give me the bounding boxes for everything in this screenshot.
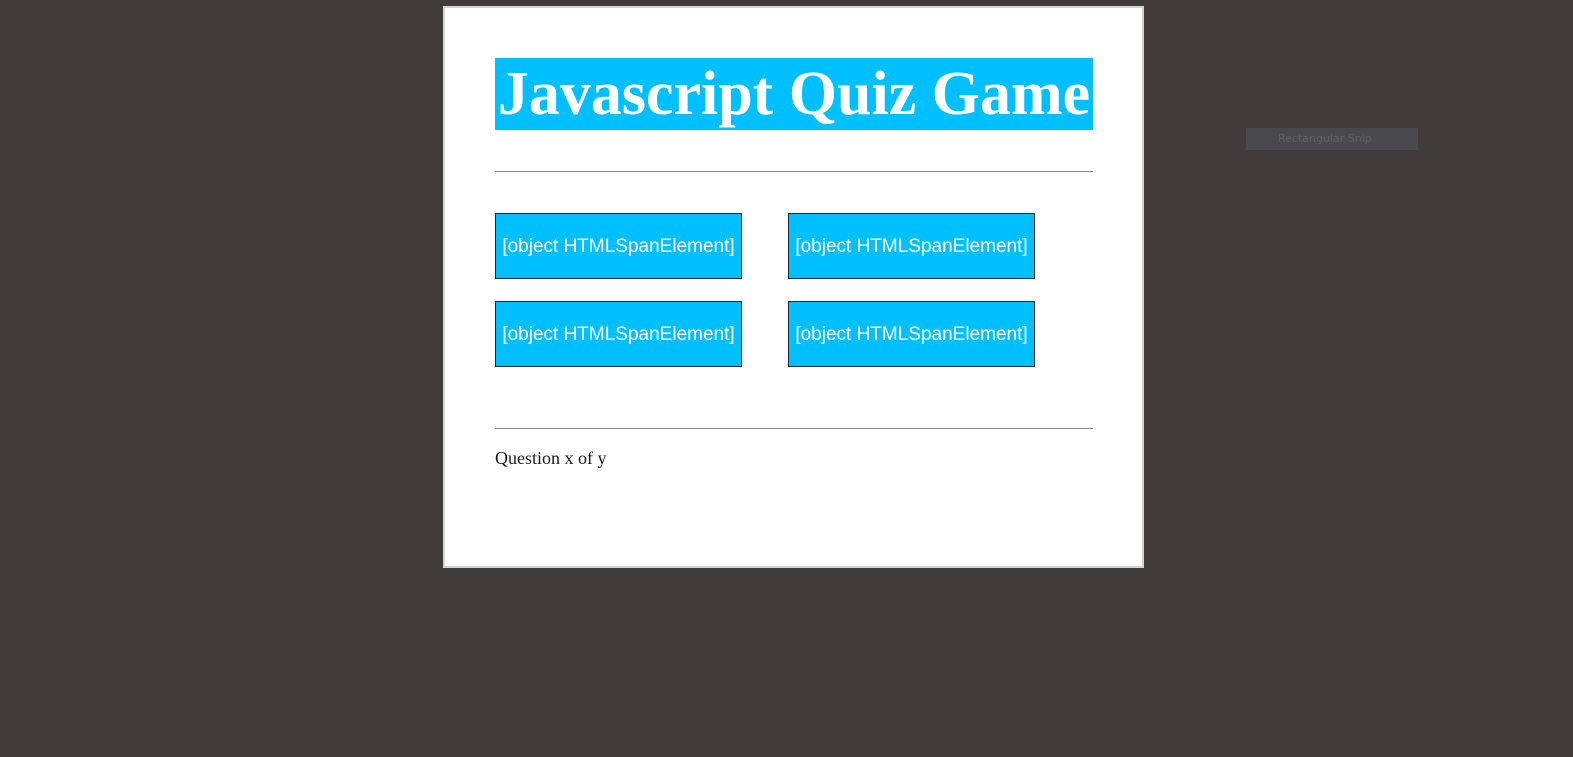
- top-divider: [495, 171, 1093, 172]
- answer-button-1[interactable]: [object HTMLSpanElement]: [495, 213, 742, 279]
- answer-button-3[interactable]: [object HTMLSpanElement]: [495, 301, 742, 367]
- question-progress: Question x of y: [495, 448, 607, 468]
- quiz-title: Javascript Quiz Game: [495, 58, 1093, 130]
- quiz-page: Javascript Quiz Game [object HTMLSpanEle…: [443, 6, 1144, 568]
- answer-button-4[interactable]: [object HTMLSpanElement]: [788, 301, 1035, 367]
- answer-grid: [object HTMLSpanElement] [object HTMLSpa…: [495, 213, 1040, 369]
- snip-tooltip: Rectangular Snip: [1246, 128, 1418, 150]
- answer-button-2[interactable]: [object HTMLSpanElement]: [788, 213, 1035, 279]
- bottom-divider: [495, 428, 1093, 429]
